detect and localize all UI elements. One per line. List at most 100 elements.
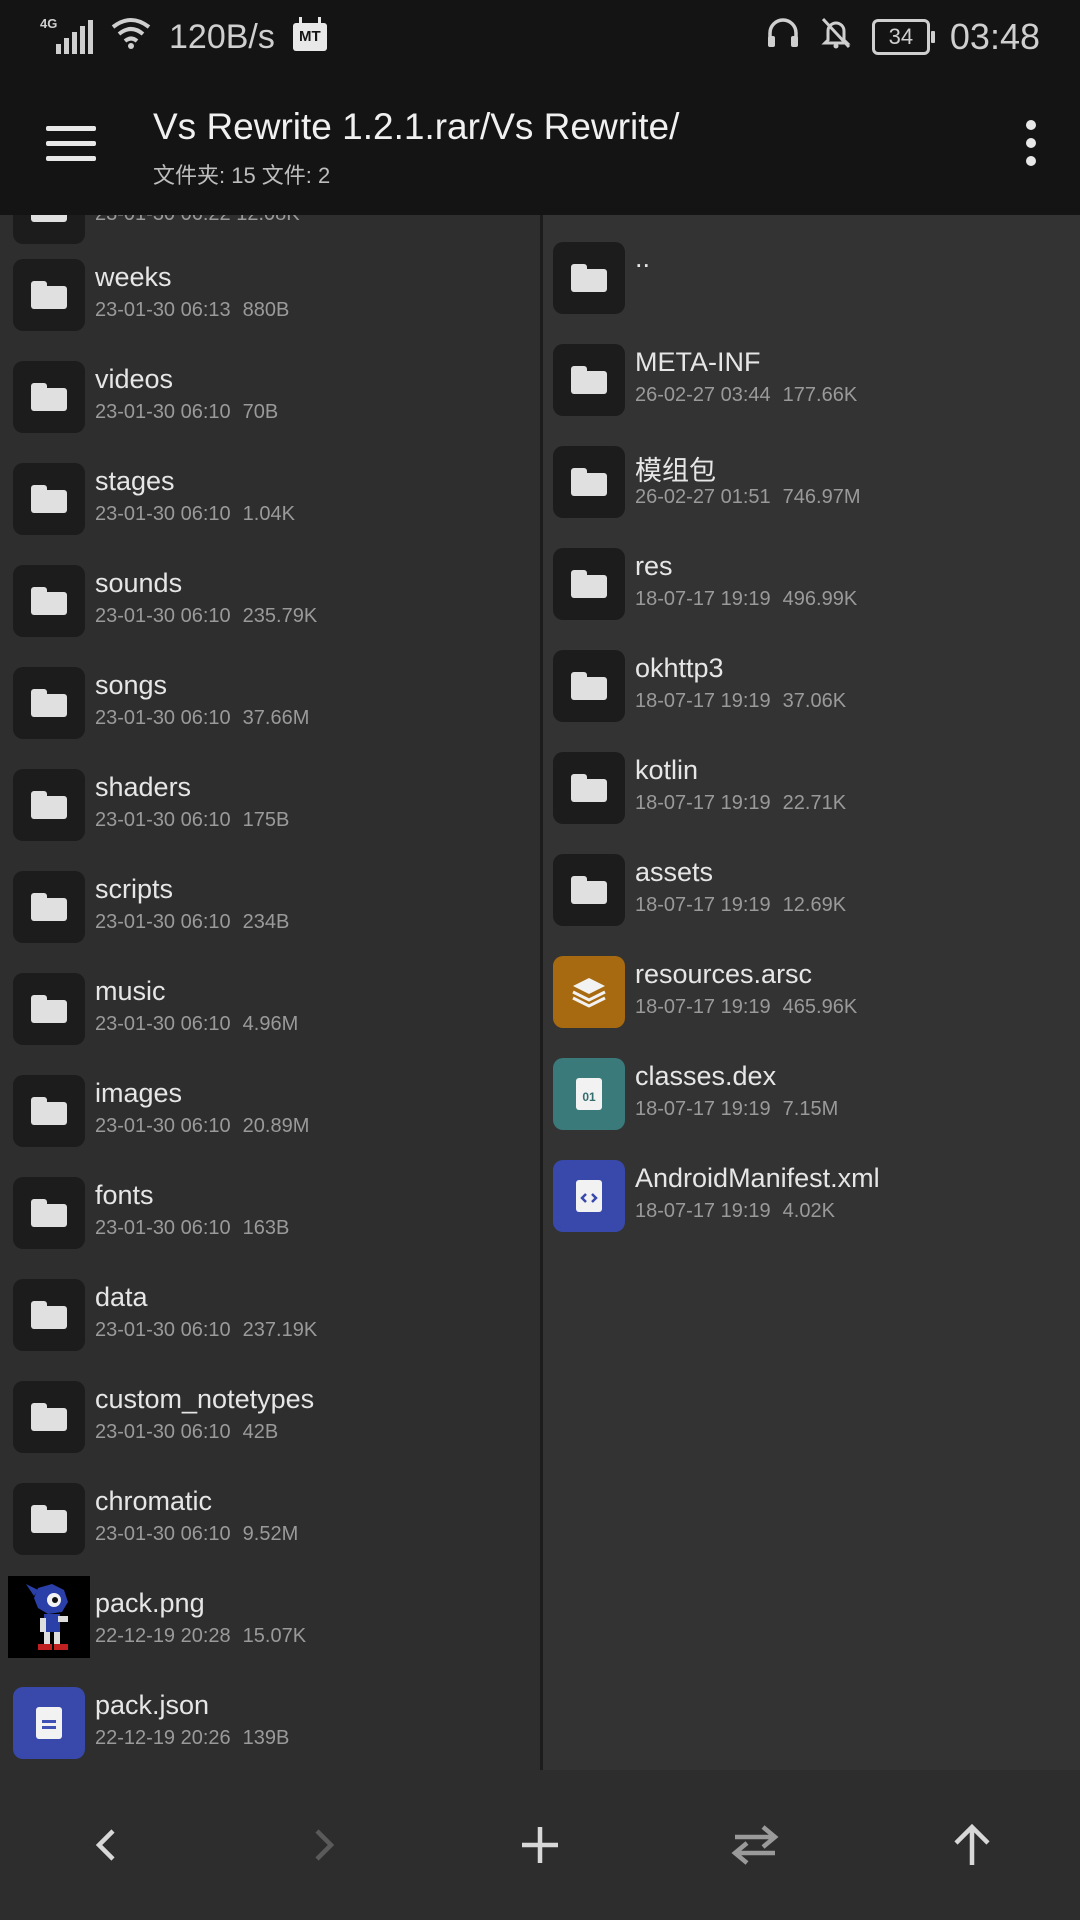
item-name: images	[95, 1078, 183, 1108]
folder-icon	[13, 1177, 85, 1249]
forward-button[interactable]	[288, 1810, 358, 1880]
list-item[interactable]: shaders 23-01-30 06:10 175B	[0, 752, 540, 854]
item-name: chromatic	[95, 1486, 213, 1516]
list-item[interactable]: chromatic 23-01-30 06:10 9.52M	[0, 1466, 540, 1568]
bell-muted-icon	[820, 16, 852, 59]
add-button[interactable]	[505, 1810, 575, 1880]
item-meta: 23-01-30 06:10 70B	[95, 401, 279, 423]
binary-file-icon: 01	[553, 1058, 625, 1130]
mt-app-icon: MT	[292, 17, 327, 51]
list-item[interactable]: scripts 23-01-30 06:10 234B	[0, 854, 540, 956]
item-meta: 22-12-19 20:28 15.07K	[95, 1625, 307, 1647]
folder-icon	[553, 548, 625, 620]
page-title: Vs Rewrite 1.2.1.rar/Vs Rewrite/	[153, 106, 680, 147]
more-options-icon[interactable]	[1022, 120, 1040, 166]
code-file-icon	[553, 1160, 625, 1232]
item-name: AndroidManifest.xml	[635, 1163, 880, 1193]
item-meta: 18-07-17 19:19 7.15M	[635, 1098, 839, 1120]
item-name: songs	[95, 670, 168, 700]
list-item[interactable]: custom_notetypes 23-01-30 06:10 42B	[0, 1364, 540, 1466]
parent-directory-item[interactable]: ..	[543, 225, 1080, 327]
item-name: okhttp3	[635, 653, 724, 683]
item-meta: 23-01-30 06:10 9.52M	[95, 1523, 299, 1545]
folder-icon	[13, 667, 85, 739]
item-name: ..	[635, 243, 651, 273]
list-item[interactable]: 模组包 26-02-27 01:51 746.97M	[543, 429, 1080, 531]
list-item[interactable]: resources.arsc 18-07-17 19:19 465.96K	[543, 939, 1080, 1041]
left-file-pane[interactable]: 23-01-30 06:22 12.08K weeks 23-01-30 06:…	[0, 215, 540, 1770]
folder-icon	[553, 344, 625, 416]
list-item[interactable]: images 23-01-30 06:10 20.89M	[0, 1058, 540, 1160]
list-item[interactable]: assets 18-07-17 19:19 12.69K	[543, 837, 1080, 939]
folder-icon	[13, 259, 85, 331]
item-meta: 23-01-30 06:10 1.04K	[95, 503, 295, 525]
list-item[interactable]: stages 23-01-30 06:10 1.04K	[0, 446, 540, 548]
bottom-toolbar	[0, 1770, 1080, 1920]
list-item[interactable]: videos 23-01-30 06:10 70B	[0, 344, 540, 446]
list-item[interactable]: META-INF 26-02-27 03:44 177.66K	[543, 327, 1080, 429]
item-name: weeks	[95, 262, 172, 292]
list-item[interactable]: music 23-01-30 06:10 4.96M	[0, 956, 540, 1058]
item-name: META-INF	[635, 347, 761, 377]
wifi-icon	[111, 17, 151, 58]
folder-icon	[553, 752, 625, 824]
item-meta: 18-07-17 19:19 12.69K	[635, 894, 847, 916]
document-icon	[13, 1687, 85, 1759]
swap-panes-button[interactable]	[720, 1810, 790, 1880]
list-item[interactable]: kotlin 18-07-17 19:19 22.71K	[543, 735, 1080, 837]
item-name: shaders	[95, 772, 192, 802]
folder-file-count: 文件夹: 15 文件: 2	[153, 163, 331, 188]
list-item[interactable]: pack.png 22-12-19 20:28 15.07K	[0, 1568, 540, 1670]
list-item[interactable]: AndroidManifest.xml 18-07-17 19:19 4.02K	[543, 1143, 1080, 1245]
item-meta: 23-01-30 06:10 175B	[95, 809, 290, 831]
folder-icon	[553, 446, 625, 518]
signal-icon: 4G	[40, 16, 93, 54]
back-button[interactable]	[72, 1810, 142, 1880]
item-name: fonts	[95, 1180, 154, 1210]
item-meta: 18-07-17 19:19 465.96K	[635, 996, 858, 1018]
folder-icon	[13, 973, 85, 1045]
folder-icon	[13, 1075, 85, 1147]
list-item[interactable]: pack.json 22-12-19 20:26 139B	[0, 1670, 540, 1770]
item-meta: 18-07-17 19:19 4.02K	[635, 1200, 835, 1222]
item-name: pack.png	[95, 1588, 205, 1618]
folder-icon	[13, 1483, 85, 1555]
folder-icon	[553, 242, 625, 314]
folder-icon	[13, 1279, 85, 1351]
folder-icon	[13, 1381, 85, 1453]
item-meta: 23-01-30 06:10 163B	[95, 1217, 290, 1239]
list-item[interactable]: data 23-01-30 06:10 237.19K	[0, 1262, 540, 1364]
list-item[interactable]: 01 classes.dex 18-07-17 19:19 7.15M	[543, 1041, 1080, 1143]
item-meta: 23-01-30 06:10 235.79K	[95, 605, 318, 627]
item-name: 模组包	[635, 456, 716, 486]
list-item[interactable]: fonts 23-01-30 06:10 163B	[0, 1160, 540, 1262]
item-name: sounds	[95, 568, 183, 598]
list-item[interactable]: okhttp3 18-07-17 19:19 37.06K	[543, 633, 1080, 735]
item-meta: 26-02-27 03:44 177.66K	[635, 384, 858, 406]
clock: 03:48	[949, 16, 1040, 57]
item-meta: 23-01-30 06:10 20.89M	[95, 1115, 310, 1137]
folder-icon	[13, 215, 85, 244]
item-name: assets	[635, 857, 714, 887]
list-item[interactable]: res 18-07-17 19:19 496.99K	[543, 531, 1080, 633]
list-item[interactable]: weeks 23-01-30 06:13 880B	[0, 242, 540, 344]
network-type: 4G	[40, 16, 58, 31]
item-meta: 23-01-30 06:10 4.96M	[95, 1013, 299, 1035]
item-name: resources.arsc	[635, 959, 813, 989]
folder-icon	[13, 463, 85, 535]
item-meta: 23-01-30 06:13 880B	[95, 299, 290, 321]
menu-icon[interactable]	[46, 126, 96, 162]
list-item[interactable]: sounds 23-01-30 06:10 235.79K	[0, 548, 540, 650]
list-item[interactable]: songs 23-01-30 06:10 37.66M	[0, 650, 540, 752]
item-meta: 26-02-27 01:51 746.97M	[635, 486, 861, 508]
folder-icon	[13, 565, 85, 637]
item-name: music	[95, 976, 166, 1006]
right-file-pane[interactable]: .. META-INF 26-02-27 03:44 177.66K 模组包 26…	[543, 215, 1080, 1770]
image-thumbnail	[8, 1576, 90, 1658]
item-name: scripts	[95, 874, 174, 904]
folder-icon	[13, 361, 85, 433]
up-directory-button[interactable]	[937, 1810, 1007, 1880]
item-meta: 23-01-30 06:10 37.66M	[95, 707, 310, 729]
item-name: res	[635, 551, 673, 581]
item-name: classes.dex	[635, 1061, 777, 1091]
